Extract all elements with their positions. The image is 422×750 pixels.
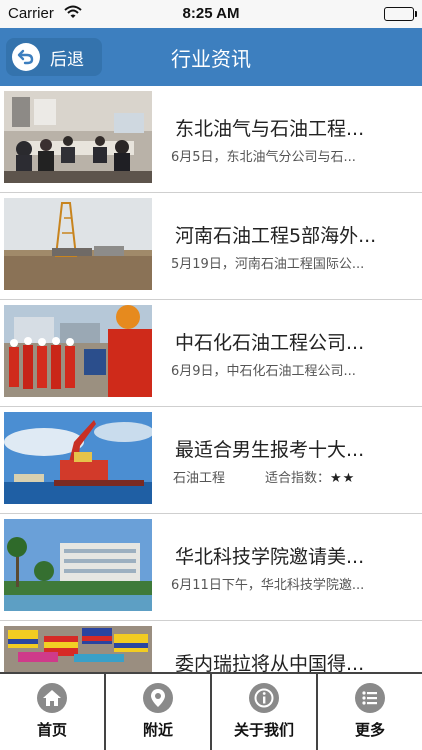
- home-icon: [37, 683, 67, 713]
- news-item[interactable]: 华北科技学院邀请美... 6月11日下午，华北科技学院邀...: [0, 514, 422, 621]
- rating-label: 适合指数：: [265, 471, 331, 486]
- tab-nearby[interactable]: 附近: [106, 674, 212, 750]
- news-thumbnail: [4, 198, 152, 290]
- list-icon: [355, 683, 385, 713]
- page-title: 行业资讯: [171, 47, 251, 71]
- news-title: 东北油气与石油工程...: [175, 118, 365, 140]
- news-title: 最适合男生报考十大...: [175, 439, 365, 461]
- location-pin-icon: [143, 683, 173, 713]
- info-icon: [249, 683, 279, 713]
- news-thumbnail: [4, 91, 152, 183]
- news-title: 中石化石油工程公司...: [175, 332, 365, 354]
- tab-home[interactable]: 首页: [0, 674, 106, 750]
- news-list[interactable]: 东北油气与石油工程... 6月5日，东北油气分公司与石... 河南石油工程5部海…: [0, 86, 422, 672]
- app-screen: Carrier 8:25 AM 后退 行业资讯 东北油气与石油工程... 6月5…: [0, 0, 422, 750]
- status-time: 8:25 AM: [182, 5, 240, 22]
- news-category: 石油工程: [173, 471, 226, 486]
- news-item[interactable]: 东北油气与石油工程... 6月5日，东北油气分公司与石...: [0, 86, 422, 193]
- tab-label: 关于我们: [233, 721, 294, 739]
- news-title: 委内瑞拉将从中国得...: [175, 653, 365, 672]
- tab-bar: 首页 附近 关于我们 更多: [0, 672, 422, 750]
- news-thumbnail: [4, 626, 152, 672]
- tab-label: 首页: [36, 721, 67, 739]
- news-thumbnail: [4, 412, 152, 504]
- news-summary: 5月19日，河南石油工程国际公...: [171, 257, 365, 272]
- tab-label: 更多: [354, 721, 385, 739]
- status-bar: Carrier 8:25 AM: [0, 0, 422, 28]
- news-meta: 石油工程 适合指数：★★: [173, 467, 403, 486]
- tab-about-us[interactable]: 关于我们: [212, 674, 318, 750]
- news-thumbnail: [4, 305, 152, 397]
- nav-bar: 后退 行业资讯: [0, 28, 422, 86]
- battery-icon: [384, 7, 417, 21]
- news-item[interactable]: 河南石油工程5部海外... 5月19日，河南石油工程国际公...: [0, 193, 422, 300]
- tab-more[interactable]: 更多: [318, 674, 422, 750]
- rating-stars: ★★: [330, 471, 356, 486]
- news-summary: 6月11日下午，华北科技学院邀...: [171, 578, 365, 593]
- news-title: 华北科技学院邀请美...: [175, 546, 365, 568]
- news-summary: 6月9日，中石化石油工程公司...: [171, 364, 356, 379]
- news-summary: 6月5日，东北油气分公司与石...: [171, 150, 356, 165]
- news-thumbnail: [4, 519, 152, 611]
- news-item[interactable]: 中石化石油工程公司... 6月9日，中石化石油工程公司...: [0, 300, 422, 407]
- news-item[interactable]: 最适合男生报考十大... 石油工程 适合指数：★★: [0, 407, 422, 514]
- tab-label: 附近: [142, 721, 173, 739]
- news-title: 河南石油工程5部海外...: [175, 225, 377, 247]
- news-item[interactable]: 委内瑞拉将从中国得...: [0, 621, 422, 672]
